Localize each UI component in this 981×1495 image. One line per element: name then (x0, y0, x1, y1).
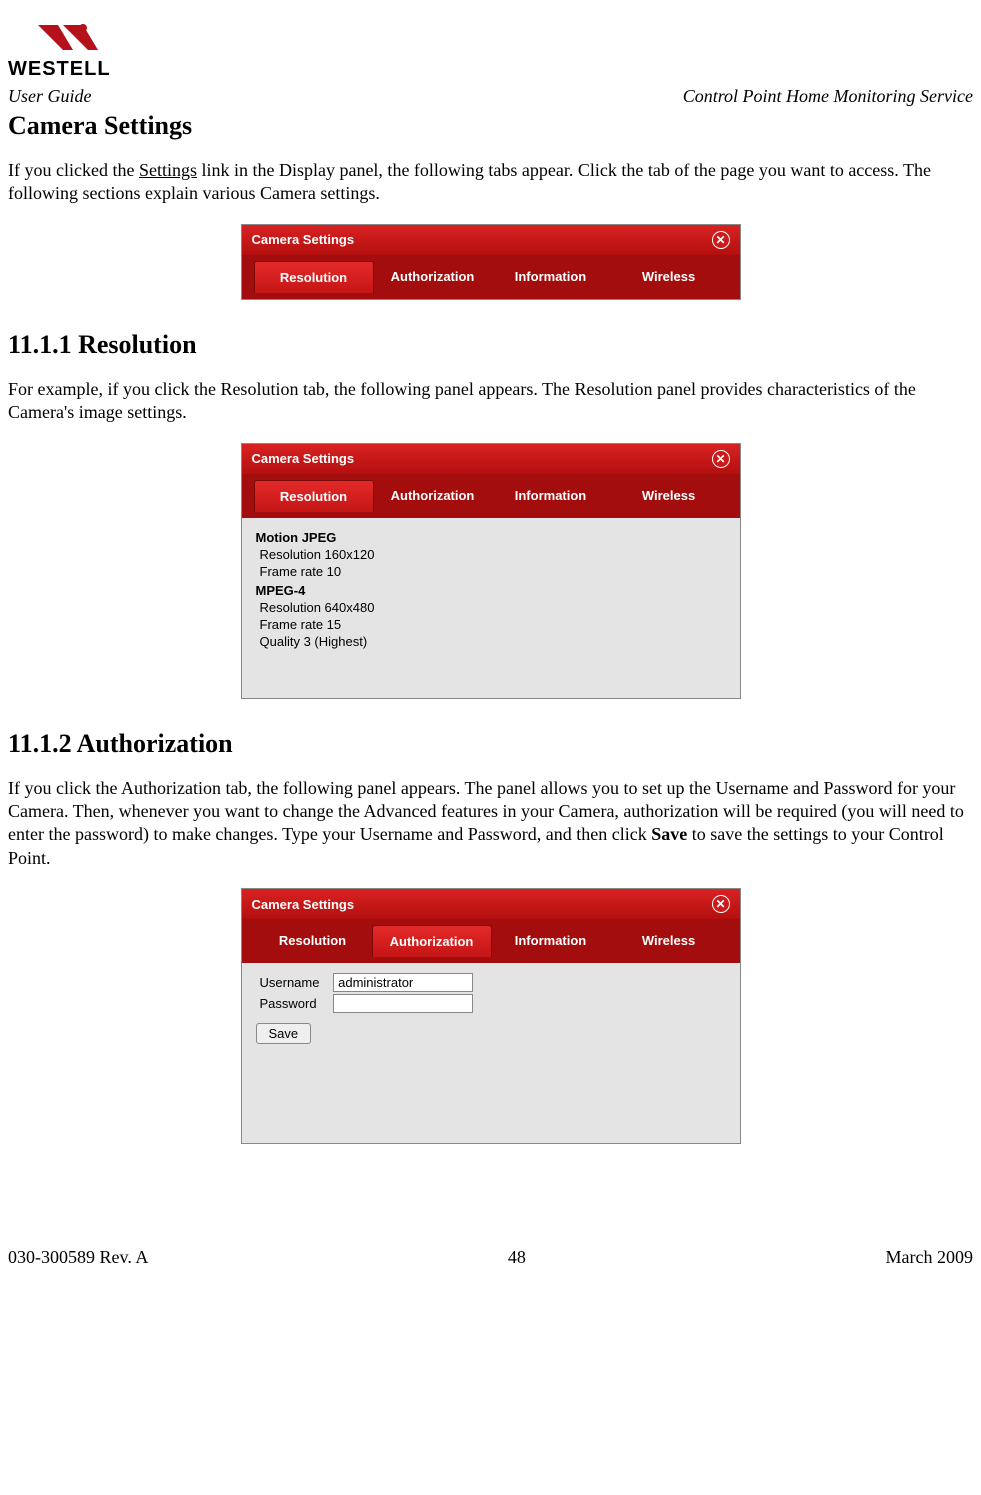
tab-wireless[interactable]: Wireless (610, 925, 728, 957)
authorization-paragraph: If you click the Authorization tab, the … (8, 777, 973, 871)
camera-settings-panel-authorization: Camera Settings ✕ Resolution Authorizati… (241, 888, 741, 1144)
panel-body-resolution: Motion JPEG Resolution 160x120 Frame rat… (242, 518, 740, 698)
password-label: Password (260, 996, 330, 1011)
tab-wireless[interactable]: Wireless (610, 261, 728, 293)
header-left: User Guide (8, 86, 92, 107)
mjpeg-resolution: Resolution 160x120 (256, 547, 726, 562)
tab-information[interactable]: Information (492, 261, 610, 293)
close-icon[interactable]: ✕ (712, 231, 730, 249)
password-field[interactable] (333, 994, 473, 1013)
tab-authorization[interactable]: Authorization (372, 925, 492, 957)
camera-settings-panel-resolution: Camera Settings ✕ Resolution Authorizati… (241, 443, 741, 699)
page-header: User Guide Control Point Home Monitoring… (8, 86, 973, 107)
username-label: Username (260, 975, 330, 990)
group-motion-jpeg: Motion JPEG (256, 530, 726, 545)
mjpeg-framerate: Frame rate 10 (256, 564, 726, 579)
tab-authorization[interactable]: Authorization (374, 261, 492, 293)
panel-title: Camera Settings (252, 897, 355, 912)
tab-information[interactable]: Information (492, 925, 610, 957)
tab-wireless[interactable]: Wireless (610, 480, 728, 512)
tab-resolution[interactable]: Resolution (254, 261, 374, 293)
panel-header: Camera Settings ✕ (242, 225, 740, 255)
panel-title: Camera Settings (252, 232, 355, 247)
footer-page-number: 48 (508, 1247, 526, 1268)
mpeg4-resolution: Resolution 640x480 (256, 600, 726, 615)
close-icon[interactable]: ✕ (712, 895, 730, 913)
footer-left: 030-300589 Rev. A (8, 1247, 148, 1268)
panel-body-authorization: Username Password Save (242, 963, 740, 1143)
tab-authorization[interactable]: Authorization (374, 480, 492, 512)
svg-text:WESTELL: WESTELL (8, 58, 111, 80)
header-right: Control Point Home Monitoring Service (683, 86, 973, 107)
panel-header: Camera Settings ✕ (242, 444, 740, 474)
panel-tabs: Resolution Authorization Information Wir… (242, 474, 740, 518)
page-footer: 030-300589 Rev. A 48 March 2009 (8, 1247, 973, 1268)
settings-link-text: Settings (139, 160, 197, 180)
westell-logo: WESTELL (8, 20, 973, 82)
camera-settings-panel-tabs-only: Camera Settings ✕ Resolution Authorizati… (241, 224, 741, 300)
resolution-paragraph: For example, if you click the Resolution… (8, 378, 973, 425)
panel-title: Camera Settings (252, 451, 355, 466)
save-bold-word: Save (651, 824, 687, 844)
tab-resolution[interactable]: Resolution (254, 925, 372, 957)
subsection-authorization-heading: 11.1.2 Authorization (8, 729, 973, 759)
subsection-resolution-heading: 11.1.1 Resolution (8, 330, 973, 360)
panel-tabs: Resolution Authorization Information Wir… (242, 255, 740, 299)
tab-information[interactable]: Information (492, 480, 610, 512)
tab-resolution[interactable]: Resolution (254, 480, 374, 512)
group-mpeg4: MPEG-4 (256, 583, 726, 598)
panel-tabs: Resolution Authorization Information Wir… (242, 919, 740, 963)
username-field[interactable] (333, 973, 473, 992)
section-title: Camera Settings (8, 111, 973, 141)
save-button[interactable]: Save (256, 1023, 312, 1044)
footer-right: March 2009 (886, 1247, 973, 1268)
mpeg4-framerate: Frame rate 15 (256, 617, 726, 632)
intro-paragraph: If you clicked the Settings link in the … (8, 159, 973, 206)
panel-header: Camera Settings ✕ (242, 889, 740, 919)
mpeg4-quality: Quality 3 (Highest) (256, 634, 726, 649)
close-icon[interactable]: ✕ (712, 450, 730, 468)
